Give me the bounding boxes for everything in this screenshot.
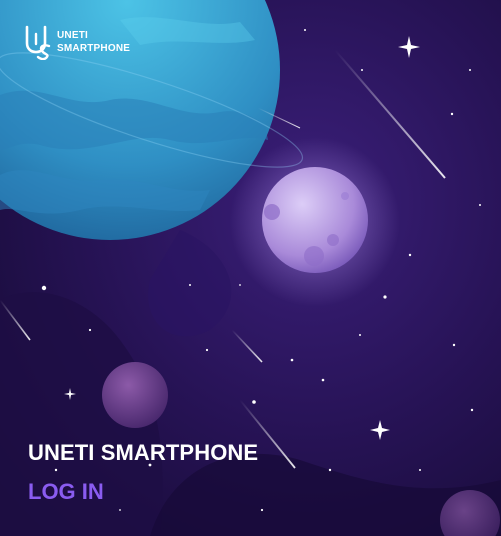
login-button[interactable]: LOG IN xyxy=(28,478,104,506)
brand-name: UNETI SMARTPHONE xyxy=(57,29,130,55)
splash-screen: UNETI SMARTPHONE UNETI SMARTPHONE LOG IN xyxy=(0,0,501,536)
brand-line-1: UNETI xyxy=(57,30,88,41)
brand-logo: UNETI SMARTPHONE xyxy=(24,24,130,60)
page-title: UNETI SMARTPHONE xyxy=(28,440,259,465)
uneti-logo-icon xyxy=(25,25,51,60)
brand-line-2: SMARTPHONE xyxy=(57,43,131,54)
